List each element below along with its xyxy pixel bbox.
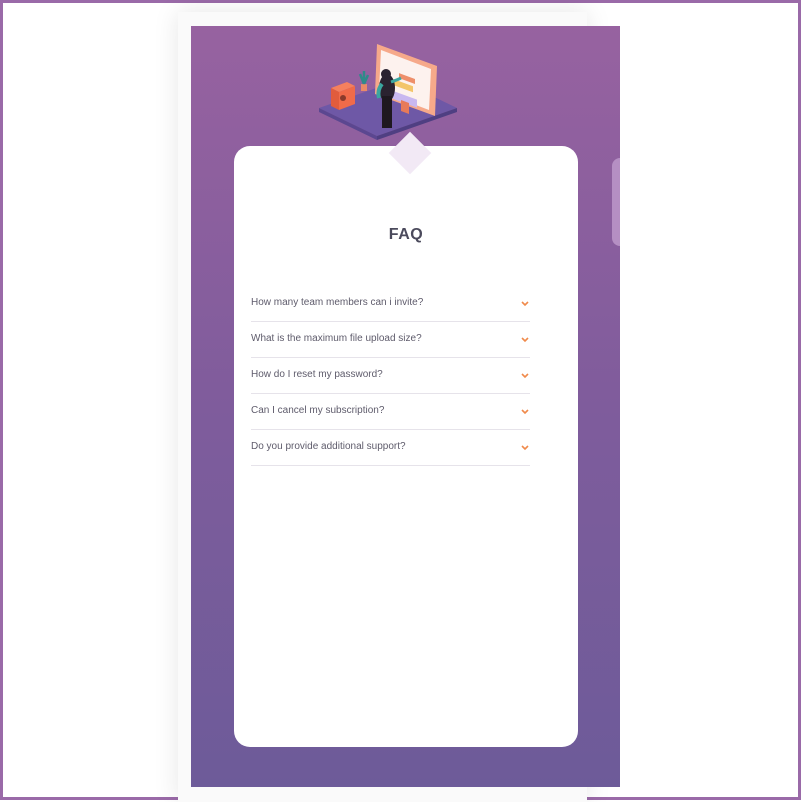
- side-tab[interactable]: [612, 158, 620, 246]
- faq-list: How many team members can i invite? What…: [251, 286, 530, 466]
- phone-screen: FAQ How many team members can i invite? …: [191, 26, 620, 787]
- faq-question: What is the maximum file upload size?: [251, 333, 422, 344]
- faq-card: FAQ How many team members can i invite? …: [234, 131, 578, 747]
- faq-question: How do I reset my password?: [251, 369, 383, 380]
- chevron-down-icon[interactable]: [520, 443, 530, 453]
- faq-question: Do you provide additional support?: [251, 441, 406, 452]
- chevron-down-icon[interactable]: [520, 407, 530, 417]
- faq-item[interactable]: How many team members can i invite?: [251, 286, 530, 322]
- faq-item[interactable]: What is the maximum file upload size?: [251, 322, 530, 358]
- chevron-down-icon[interactable]: [520, 335, 530, 345]
- page-title: FAQ: [388, 226, 424, 243]
- faq-question: Can I cancel my subscription?: [251, 405, 385, 416]
- faq-item[interactable]: Can I cancel my subscription?: [251, 394, 530, 430]
- faq-item[interactable]: Do you provide additional support?: [251, 430, 530, 466]
- faq-item[interactable]: How do I reset my password?: [251, 358, 530, 394]
- chevron-down-icon[interactable]: [520, 299, 530, 309]
- chevron-down-icon[interactable]: [520, 371, 530, 381]
- faq-question: How many team members can i invite?: [251, 297, 424, 308]
